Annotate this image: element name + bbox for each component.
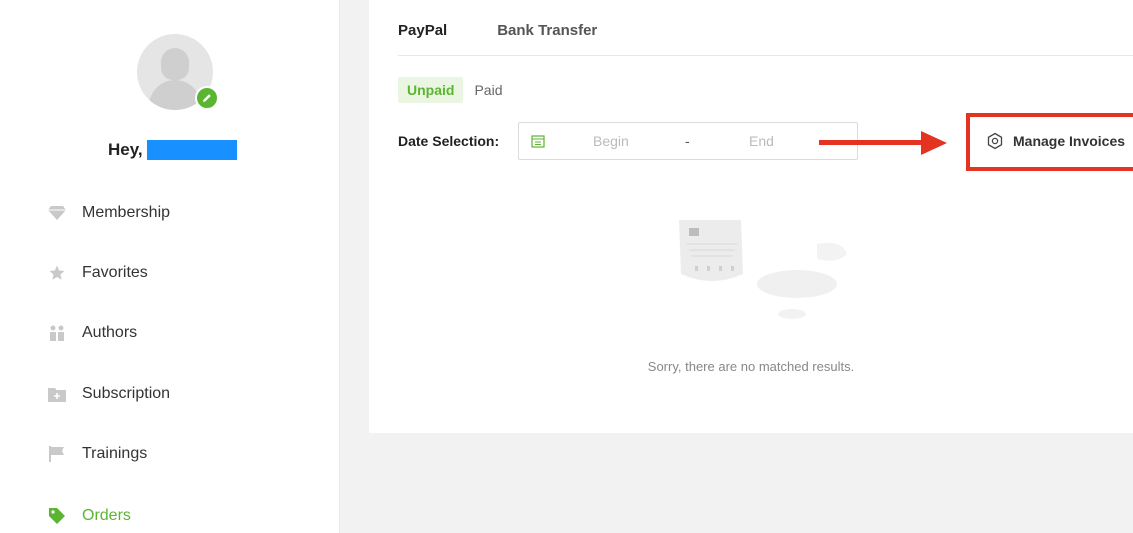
begin-date-input[interactable]: Begin	[593, 133, 629, 149]
empty-state-illustration	[679, 220, 847, 319]
edit-avatar-icon[interactable]	[195, 86, 219, 110]
sidebar-item-membership[interactable]: Membership	[48, 201, 170, 225]
payment-method-tabs: PayPal Bank Transfer	[398, 22, 1133, 56]
folder-plus-icon	[48, 385, 66, 403]
date-range-picker[interactable]: Begin - End	[518, 122, 858, 160]
star-icon	[48, 264, 66, 282]
tab-unpaid[interactable]: Unpaid	[398, 77, 464, 103]
gear-icon	[986, 132, 1004, 150]
orders-panel: PayPal Bank Transfer Unpaid Paid Date Se…	[369, 0, 1133, 433]
manage-invoices-button[interactable]: Manage Invoices	[986, 132, 1125, 150]
sidebar-item-label: Authors	[82, 324, 138, 341]
sidebar-item-authors[interactable]: Authors	[48, 321, 137, 345]
manage-invoices-label: Manage Invoices	[1013, 133, 1126, 149]
empty-state-message: Sorry, there are no matched results.	[647, 359, 855, 374]
greeting-text: Hey,	[108, 140, 143, 159]
sidebar-item-subscription[interactable]: Subscription	[48, 382, 170, 406]
sidebar-item-favorites[interactable]: Favorites	[48, 261, 148, 285]
tab-paypal[interactable]: PayPal	[398, 22, 447, 39]
people-icon	[48, 324, 66, 342]
payment-status-tabs: Unpaid Paid	[398, 77, 511, 103]
date-selection-label: Date Selection:	[398, 133, 500, 149]
flag-icon	[48, 445, 66, 463]
user-greeting: Hey,	[108, 140, 237, 160]
tab-bank-transfer[interactable]: Bank Transfer	[497, 22, 597, 39]
annotation-arrow	[819, 140, 925, 145]
sidebar-item-trainings[interactable]: Trainings	[48, 442, 147, 466]
sidebar-item-label: Favorites	[82, 264, 148, 281]
calendar-icon	[531, 134, 545, 148]
diamond-icon	[48, 204, 66, 222]
tag-icon	[48, 507, 66, 525]
sidebar-item-label: Orders	[82, 507, 131, 524]
redacted-username	[146, 140, 237, 160]
sidebar-item-label: Subscription	[82, 385, 171, 402]
tab-paid[interactable]: Paid	[465, 77, 511, 103]
sidebar-item-label: Membership	[82, 204, 171, 221]
sidebar-item-orders[interactable]: Orders	[48, 504, 131, 528]
avatar-container	[137, 34, 219, 110]
sidebar-item-label: Trainings	[82, 445, 148, 462]
annotation-arrow-head	[921, 131, 947, 155]
end-date-input[interactable]: End	[749, 133, 774, 149]
date-separator: -	[685, 133, 690, 149]
sidebar: Hey, Membership Favorites Authors Subscr…	[0, 0, 340, 533]
